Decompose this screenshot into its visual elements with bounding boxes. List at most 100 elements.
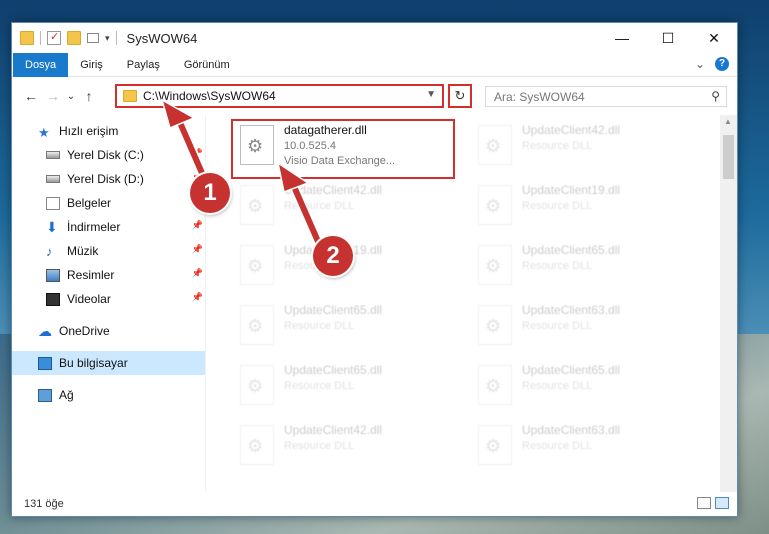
forward-button[interactable]: → [42, 88, 64, 104]
file-name: UpdateClient65.dll [522, 363, 621, 377]
tab-view[interactable]: Görünüm [172, 53, 242, 77]
nav-onedrive[interactable]: ☁ OneDrive [12, 319, 205, 343]
nav-label: Yerel Disk (C:) [67, 148, 144, 162]
dll-file-icon [240, 185, 274, 225]
disk-icon [46, 175, 60, 183]
nav-label: Videolar [67, 292, 111, 306]
scroll-up-icon[interactable]: ▲ [724, 117, 732, 126]
pin-icon[interactable]: 📌 [192, 148, 203, 159]
file-item[interactable]: UpdateClient65.dll Resource DLL [474, 241, 704, 293]
nav-label: İndirmeler [67, 220, 121, 234]
up-button[interactable]: ↑ [78, 88, 100, 104]
tab-home[interactable]: Giriş [68, 53, 115, 77]
nav-music[interactable]: ♪ Müzik 📌 [12, 239, 205, 263]
divider [40, 31, 41, 45]
file-name: UpdateClient65.dll [284, 303, 383, 317]
nav-downloads[interactable]: ⬇ İndirmeler 📌 [12, 215, 205, 239]
properties-icon[interactable] [47, 30, 61, 45]
back-button[interactable]: ← [20, 88, 42, 104]
divider [115, 31, 117, 45]
status-bar: 131 öğe [12, 492, 737, 516]
pin-icon[interactable]: 📌 [192, 268, 203, 279]
documents-icon [46, 196, 60, 210]
file-item[interactable]: UpdateClient19.dll Resource DLL [474, 181, 704, 233]
file-item[interactable]: UpdateClient65.dll Resource DLL [474, 361, 704, 413]
customize-dropdown-icon[interactable]: ▾ [105, 33, 110, 44]
tab-share[interactable]: Paylaş [115, 53, 172, 77]
scroll-thumb[interactable] [723, 135, 734, 179]
nav-pictures[interactable]: Resimler 📌 [12, 263, 205, 287]
dll-file-icon [478, 365, 512, 405]
file-description: Resource DLL [522, 320, 593, 332]
file-item[interactable]: UpdateClient63.dll Resource DLL [474, 301, 704, 353]
nav-documents[interactable]: Belgeler 📌 [12, 191, 205, 215]
file-name: UpdateClient42.dll [284, 423, 383, 437]
file-highlight-box [231, 119, 455, 179]
nav-label: OneDrive [59, 324, 110, 338]
recent-locations-button[interactable]: ⌄ [64, 91, 78, 102]
file-description: Resource DLL [284, 320, 355, 332]
title-bar: ▾ SysWOW64 — ☐ ✕ [12, 23, 737, 53]
folder-icon [20, 31, 34, 45]
file-description: Resource DLL [522, 140, 593, 152]
view-toggle [697, 497, 729, 509]
ribbon-right-controls: ⌄ ? [695, 57, 729, 71]
file-name: UpdateClient65.dll [522, 243, 621, 257]
nav-videos[interactable]: Videolar 📌 [12, 287, 205, 311]
new-folder-icon[interactable] [67, 31, 81, 45]
network-icon [38, 388, 52, 402]
cloud-icon: ☁ [38, 322, 52, 339]
file-name: UpdateClient65.dll [284, 363, 383, 377]
videos-icon [46, 292, 60, 306]
view-options-icon[interactable] [87, 33, 99, 43]
nav-network[interactable]: Ağ [12, 383, 205, 407]
pin-icon[interactable]: 📌 [192, 220, 203, 231]
nav-local-disk-d[interactable]: Yerel Disk (D:) 📌 [12, 167, 205, 191]
file-name: UpdateClient19.dll [522, 183, 621, 197]
file-description: Resource DLL [522, 200, 593, 212]
dll-file-icon [478, 245, 512, 285]
file-item[interactable]: UpdateClient42.dll Resource DLL [236, 181, 466, 233]
help-icon[interactable]: ? [715, 57, 729, 71]
navigation-pane: ★ Hızlı erişim Yerel Disk (C:) 📌 Yerel D… [12, 115, 206, 492]
dll-file-icon [240, 305, 274, 345]
step-badge-1: 1 [190, 173, 230, 213]
file-item[interactable]: UpdateClient63.dll Resource DLL [474, 421, 704, 473]
address-bar[interactable]: C:\Windows\SysWOW64 ▼ [115, 84, 444, 108]
tab-file[interactable]: Dosya [13, 52, 69, 77]
maximize-button[interactable]: ☐ [645, 23, 691, 53]
address-path: C:\Windows\SysWOW64 [143, 89, 276, 103]
dll-file-icon [478, 305, 512, 345]
file-description: Resource DLL [284, 380, 355, 392]
window-controls: — ☐ ✕ [599, 23, 737, 53]
close-button[interactable]: ✕ [691, 23, 737, 53]
file-description: Resource DLL [522, 440, 593, 452]
nav-local-disk-c[interactable]: Yerel Disk (C:) 📌 [12, 143, 205, 167]
pin-icon[interactable]: 📌 [192, 244, 203, 255]
details-view-icon[interactable] [697, 497, 711, 509]
file-item[interactable]: UpdateClient65.dll Resource DLL [236, 301, 466, 353]
computer-icon [38, 356, 52, 370]
dll-file-icon [240, 365, 274, 405]
refresh-button[interactable]: ↻ [448, 84, 472, 108]
search-icon: ⚲ [711, 89, 720, 103]
vertical-scrollbar[interactable]: ▲ [720, 115, 737, 492]
minimize-button[interactable]: — [599, 23, 645, 53]
file-name: UpdateClient63.dll [522, 423, 621, 437]
file-name: UpdateClient63.dll [522, 303, 621, 317]
tiles-view-icon[interactable] [715, 497, 729, 509]
pin-icon[interactable]: 📌 [192, 292, 203, 303]
nav-label: Hızlı erişim [59, 124, 119, 138]
chevron-down-icon[interactable]: ▼ [426, 89, 436, 100]
nav-quick-access[interactable]: ★ Hızlı erişim [12, 119, 205, 143]
file-item[interactable]: UpdateClient65.dll Resource DLL [236, 361, 466, 413]
main-area: ★ Hızlı erişim Yerel Disk (C:) 📌 Yerel D… [12, 115, 737, 492]
expand-ribbon-icon[interactable]: ⌄ [695, 57, 705, 71]
explorer-window: ▾ SysWOW64 — ☐ ✕ Dosya Giriş Paylaş Görü… [11, 22, 738, 517]
file-item[interactable]: UpdateClient42.dll Resource DLL [474, 121, 704, 173]
file-description: Resource DLL [522, 380, 593, 392]
file-item[interactable]: UpdateClient42.dll Resource DLL [236, 421, 466, 473]
nav-label: Resimler [67, 268, 115, 282]
nav-this-pc[interactable]: Bu bilgisayar [12, 351, 205, 375]
search-input[interactable]: Ara: SysWOW64 ⚲ [485, 86, 727, 107]
